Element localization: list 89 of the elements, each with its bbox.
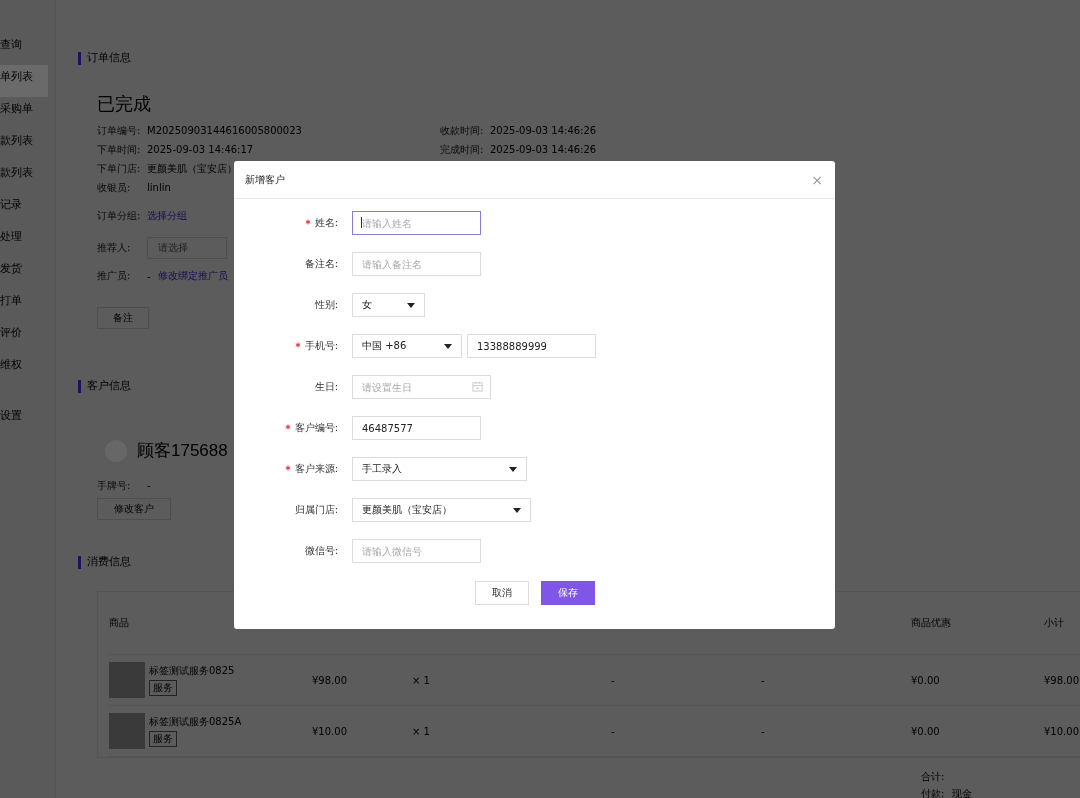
- caret-icon: [407, 302, 415, 308]
- field-label: 客户来源:: [294, 462, 338, 476]
- product-tag: 服务: [149, 731, 177, 747]
- field-label: 完成时间:: [440, 142, 485, 157]
- text-cursor: [361, 217, 362, 228]
- table-cell-text: -: [761, 674, 766, 686]
- product-tag: 服务: [149, 680, 177, 696]
- note-button[interactable]: 备注: [97, 307, 149, 329]
- input-field[interactable]: 13388889999: [467, 334, 596, 358]
- customer-name: 顾客175688: [137, 440, 228, 462]
- field-label: 订单分组:: [97, 209, 142, 223]
- sidebar-item[interactable]: 查询: [0, 33, 48, 65]
- field-label: 手机号:: [304, 339, 338, 353]
- product-name: 标签测试服务0825: [149, 664, 235, 678]
- section-marker: [78, 51, 81, 65]
- field-label: 推荐人:: [97, 241, 132, 255]
- sidebar-item[interactable]: 评价: [0, 321, 48, 353]
- section-marker: [78, 555, 81, 569]
- caret-icon: [513, 507, 521, 513]
- table-cell-text: ¥10.00: [312, 725, 348, 737]
- field-label: 微信号:: [304, 544, 338, 558]
- field-label: 客户编号:: [294, 421, 338, 435]
- sidebar-item[interactable]: 记录: [0, 193, 48, 225]
- field-value: 更颜美肌（宝安店）: [147, 161, 237, 176]
- input-field[interactable]: 请输入姓名: [352, 211, 481, 235]
- column-header: 商品优惠: [911, 616, 952, 630]
- dialog-title: 新增客户: [245, 172, 285, 187]
- table-cell-text: -: [761, 725, 766, 737]
- table-cell-text: × 1: [412, 725, 431, 737]
- photo-placeholder: [109, 713, 145, 749]
- dropdown[interactable]: 更颜美肌（宝安店）: [352, 498, 531, 522]
- section-title: 客户信息: [87, 379, 131, 393]
- dropdown[interactable]: 女: [352, 293, 425, 317]
- cancel-button[interactable]: 取消: [474, 581, 529, 605]
- field-label: 收银员:: [97, 180, 132, 195]
- field-label: 收款时间:: [440, 123, 485, 138]
- field-label: 下单时间:: [97, 142, 142, 157]
- field-label: 推广员:: [97, 269, 132, 283]
- sidebar-item[interactable]: 维权: [0, 353, 48, 385]
- field-label: 归属门店:: [294, 503, 338, 517]
- change-promoter-link[interactable]: 修改绑定推广员: [158, 269, 228, 283]
- field-label: 姓名:: [314, 216, 338, 230]
- table-cell: ¥10.00: [1044, 725, 1080, 737]
- table-cell-text: -: [611, 674, 616, 686]
- table-cell-text: ¥98.00: [312, 674, 348, 686]
- field-label: 订单编号:: [97, 123, 142, 138]
- table-cell-text: ¥0.00: [911, 725, 941, 737]
- section-title: 订单信息: [87, 51, 131, 65]
- field-value: -: [147, 270, 152, 282]
- table-cell-text: ¥0.00: [911, 674, 941, 686]
- sidebar-item[interactable]: 款列表: [0, 129, 48, 161]
- field-label: 备注名:: [304, 257, 338, 271]
- total-label: 合计:: [921, 770, 946, 784]
- save-button[interactable]: 保存: [540, 581, 595, 605]
- field-label: 性别:: [314, 298, 338, 312]
- payment-method: 现金: [952, 788, 973, 798]
- column-header: 商品: [109, 616, 130, 630]
- country-code-dropdown[interactable]: 中国 +86: [352, 334, 462, 358]
- table-cell-text: -: [611, 725, 616, 737]
- close-button[interactable]: ×: [807, 171, 827, 188]
- field-value: -: [147, 480, 152, 491]
- column-header: 小计: [1044, 616, 1065, 630]
- sidebar-item[interactable]: 发货: [0, 257, 48, 289]
- payment-label: 付款:: [921, 788, 945, 798]
- table-cell: ¥98.00: [1044, 674, 1080, 686]
- field-value: linlin: [147, 182, 171, 193]
- date-field[interactable]: 请设置生日: [352, 375, 491, 399]
- calendar-icon: [472, 381, 483, 392]
- section-title: 消费信息: [87, 555, 131, 569]
- sidebar-item[interactable]: 采购单: [0, 97, 48, 129]
- field-label: 手牌号:: [97, 478, 132, 493]
- section-marker: [78, 379, 81, 393]
- photo-placeholder: [109, 662, 145, 698]
- sidebar-item[interactable]: 款列表: [0, 161, 48, 193]
- input-field[interactable]: 46487577: [352, 416, 481, 440]
- sidebar-item[interactable]: 处理: [0, 225, 48, 257]
- sidebar-item[interactable]: 单列表: [0, 65, 48, 97]
- caret-icon: [444, 343, 452, 349]
- field-label: 生日:: [314, 380, 338, 394]
- caret-icon: [509, 466, 517, 472]
- edit-customer-button[interactable]: 修改客户: [97, 498, 171, 520]
- order-status: 已完成: [97, 92, 152, 116]
- product-name: 标签测试服务0825A: [149, 715, 242, 729]
- dropdown[interactable]: 手工录入: [352, 457, 527, 481]
- select-group-link[interactable]: 选择分组: [147, 209, 187, 223]
- sidebar-item[interactable]: 打单: [0, 289, 48, 321]
- sidebar-item[interactable]: 设置: [0, 404, 48, 436]
- table-cell-text: × 1: [412, 674, 431, 686]
- field-label: 下单门店:: [97, 161, 142, 176]
